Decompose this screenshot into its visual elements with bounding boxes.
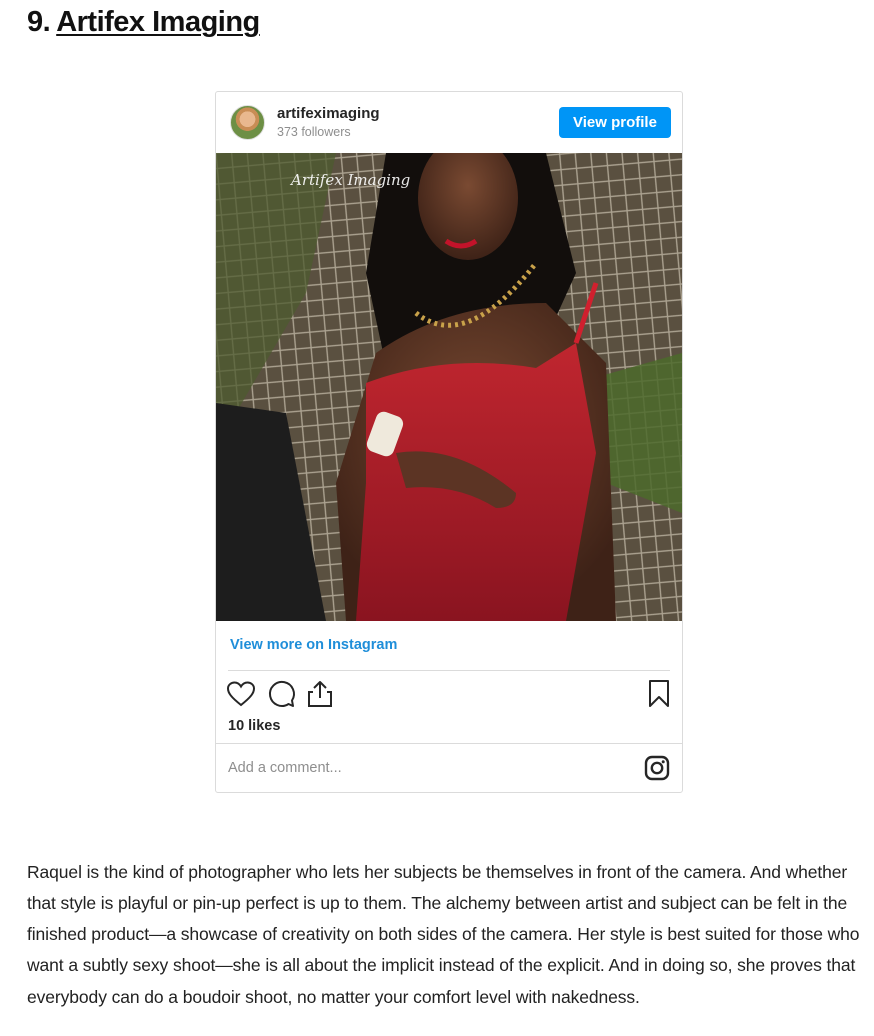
bookmark-icon[interactable] xyxy=(643,678,675,710)
post-photo[interactable]: Artifex Imaging xyxy=(216,153,682,621)
view-profile-button[interactable]: View profile xyxy=(559,107,671,138)
follower-count: 373 followers xyxy=(277,125,351,139)
article-paragraph: Raquel is the kind of photographer who l… xyxy=(27,861,860,1007)
section-title-link[interactable]: Artifex Imaging xyxy=(56,6,260,38)
comment-icon[interactable] xyxy=(265,678,297,710)
share-icon[interactable] xyxy=(304,678,336,710)
post-actions xyxy=(216,678,682,712)
photo-watermark: Artifex Imaging xyxy=(289,171,410,189)
comment-input[interactable]: Add a comment... xyxy=(228,760,342,776)
divider xyxy=(228,670,670,671)
view-more-instagram-link[interactable]: View more on Instagram xyxy=(230,637,397,653)
post-photo-art: Artifex Imaging xyxy=(216,153,682,621)
avatar[interactable] xyxy=(230,105,265,140)
section-heading: 9. Artifex Imaging xyxy=(27,6,260,39)
instagram-logo-icon[interactable] xyxy=(644,755,670,781)
section-number: 9. xyxy=(27,6,51,38)
username[interactable]: artifeximaging xyxy=(277,105,380,122)
heart-icon[interactable] xyxy=(225,678,257,710)
like-count: 10 likes xyxy=(228,718,281,734)
divider xyxy=(216,743,682,744)
embed-header: artifeximaging 373 followers View profil… xyxy=(216,92,682,153)
instagram-embed: artifeximaging 373 followers View profil… xyxy=(215,91,683,793)
